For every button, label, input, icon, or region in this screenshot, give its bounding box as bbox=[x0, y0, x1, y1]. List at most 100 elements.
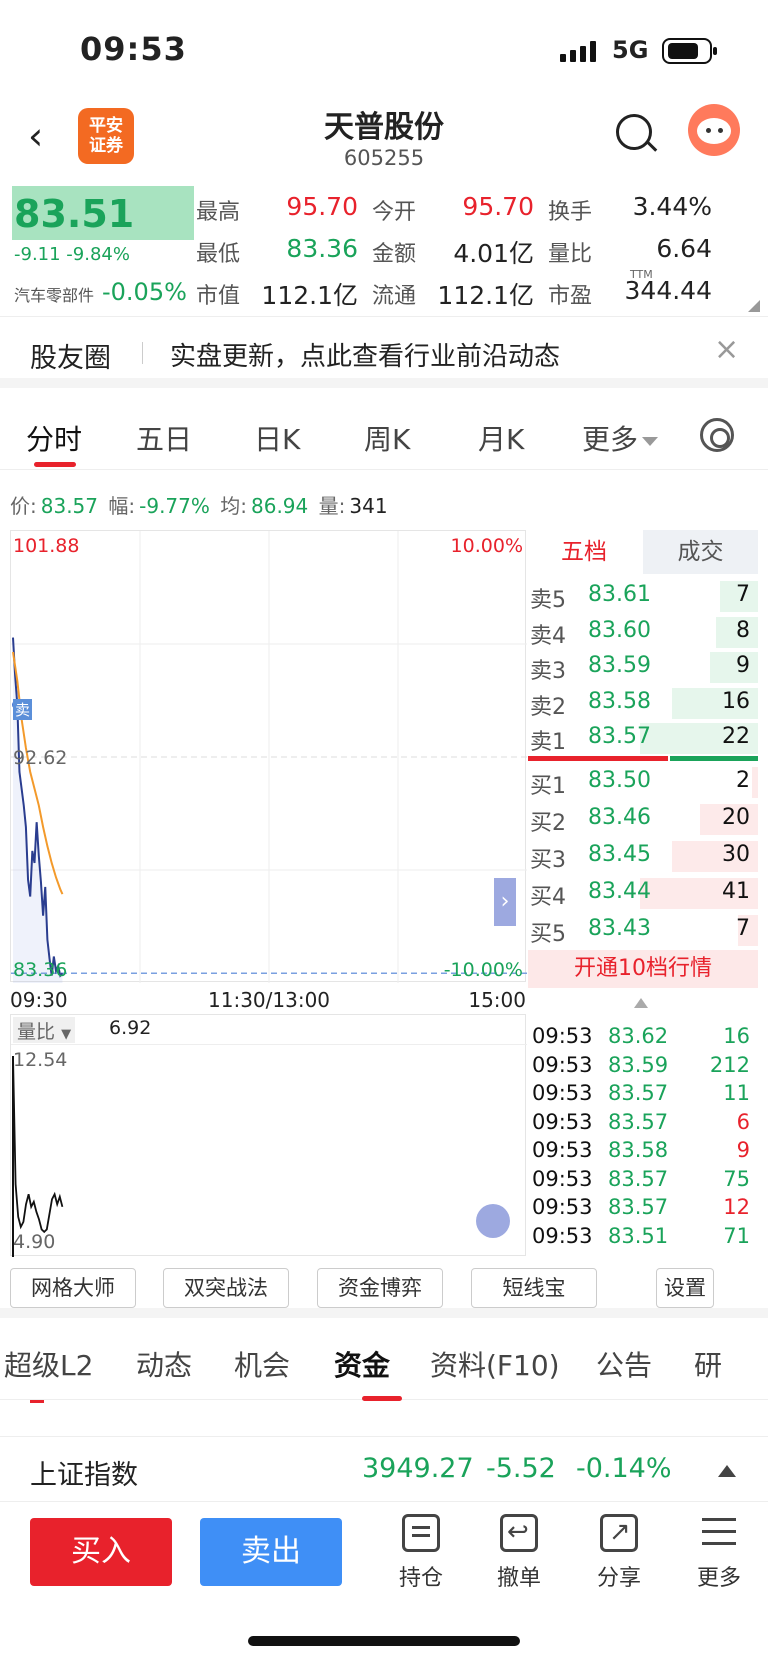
index-change: -5.52 bbox=[486, 1453, 556, 1484]
price-change: -9.11 -9.84% bbox=[14, 244, 130, 265]
level-label: 卖5 bbox=[530, 588, 566, 613]
industry-name[interactable]: 汽车零部件 bbox=[14, 282, 94, 306]
more-button[interactable]: 更多 bbox=[684, 1514, 754, 1592]
level-price: 83.45 bbox=[588, 842, 651, 867]
bid-row[interactable]: 买3 83.45 30 bbox=[528, 838, 758, 875]
level-qty: 8 bbox=[736, 617, 750, 643]
ask-row[interactable]: 卖2 83.58 16 bbox=[528, 685, 758, 722]
level-price: 83.50 bbox=[588, 768, 651, 793]
banner-text[interactable]: 实盘更新，点此查看行业前沿动态 bbox=[170, 336, 560, 373]
quote-label: 市值 bbox=[196, 284, 241, 309]
tab-five-levels[interactable]: 五档 bbox=[528, 530, 640, 574]
close-icon[interactable]: × bbox=[714, 332, 739, 367]
time-axis: 09:30 11:30/13:00 15:00 bbox=[10, 988, 526, 1014]
level-qty: 20 bbox=[722, 805, 750, 830]
tab-research[interactable]: 研 bbox=[694, 1344, 768, 1384]
share-icon: ↗ bbox=[600, 1514, 638, 1552]
sell-marker[interactable]: 卖 bbox=[13, 699, 33, 720]
sell-button[interactable]: 卖出 bbox=[200, 1518, 342, 1586]
tab-opportunity[interactable]: 机会 bbox=[234, 1344, 290, 1384]
collapse-up-icon[interactable] bbox=[634, 998, 648, 1008]
search-icon[interactable] bbox=[616, 114, 652, 150]
tab-indicator bbox=[34, 462, 76, 467]
tab-monthly-k[interactable]: 月K bbox=[478, 418, 524, 458]
volume-ratio-value: 6.92 bbox=[109, 1017, 152, 1039]
assistant-avatar-icon[interactable] bbox=[688, 104, 740, 156]
level-price: 83.58 bbox=[588, 688, 651, 714]
tab-funds[interactable]: 资金 bbox=[334, 1344, 390, 1384]
double-breakout-button[interactable]: 双突战法 bbox=[163, 1268, 289, 1308]
section-marker bbox=[30, 1400, 44, 1403]
tab-daily-k[interactable]: 日K bbox=[254, 418, 300, 458]
bid-row[interactable]: 买4 83.44 41 bbox=[528, 875, 758, 912]
trade-price: 83.59 bbox=[608, 1052, 669, 1077]
trade-row: 09:53 83.59 212 bbox=[528, 1053, 758, 1082]
quote-value: 95.70 bbox=[286, 192, 358, 221]
short-term-button[interactable]: 短线宝 bbox=[471, 1268, 597, 1308]
chevron-down-icon bbox=[642, 436, 659, 446]
positions-button[interactable]: 持仓 bbox=[386, 1514, 456, 1592]
share-button[interactable]: ↗ 分享 bbox=[584, 1514, 654, 1592]
network-type: 5G bbox=[612, 36, 649, 64]
tab-news[interactable]: 动态 bbox=[136, 1344, 192, 1384]
open-ten-levels-button[interactable]: 开通10档行情 bbox=[528, 950, 758, 988]
quote-label: 金额 bbox=[372, 242, 417, 267]
y-label-bottom-pct: -10.00% bbox=[443, 959, 523, 981]
trade-row: 09:53 83.58 9 bbox=[528, 1138, 758, 1167]
gear-icon[interactable] bbox=[700, 418, 734, 452]
ask-row[interactable]: 卖1 83.57 22 bbox=[528, 720, 758, 757]
volume-ratio-chart[interactable]: 量比 ▼ 6.92 12.54 4.90 bbox=[10, 1014, 527, 1257]
chevron-right-icon[interactable]: › bbox=[494, 878, 516, 926]
industry-change[interactable]: -0.05% bbox=[102, 278, 187, 306]
chart-tabs: 分时 五日 日K 周K 月K 更多 bbox=[0, 398, 768, 470]
cancel-order-button[interactable]: ↩ 撤单 bbox=[484, 1514, 554, 1592]
battery-icon bbox=[662, 38, 717, 64]
community-banner[interactable]: 股友圈 实盘更新，点此查看行业前沿动态 × bbox=[0, 318, 768, 388]
expand-up-icon[interactable] bbox=[718, 1465, 736, 1477]
fullscreen-icon[interactable] bbox=[476, 1204, 510, 1238]
trade-time: 09:53 bbox=[532, 1138, 593, 1162]
trade-price: 83.57 bbox=[608, 1195, 669, 1219]
bid-row[interactable]: 买1 83.50 2 bbox=[528, 764, 758, 801]
tab-super-l2[interactable]: 超级L2 bbox=[4, 1344, 93, 1384]
grid-master-button[interactable]: 网格大师 bbox=[10, 1268, 136, 1308]
ttm-label: TTM bbox=[630, 268, 653, 281]
index-value: 3949.27 bbox=[362, 1453, 474, 1484]
ask-row[interactable]: 卖5 83.61 7 bbox=[528, 578, 758, 615]
trade-row: 09:53 83.57 75 bbox=[528, 1167, 758, 1196]
tools-settings-button[interactable]: 设置 bbox=[656, 1268, 714, 1308]
tab-five-day[interactable]: 五日 bbox=[136, 418, 192, 458]
level-label: 买3 bbox=[530, 848, 566, 873]
info-avg-label: 均: bbox=[220, 494, 247, 518]
trade-price: 83.57 bbox=[608, 1166, 669, 1191]
depth-bar bbox=[752, 767, 758, 798]
tab-f10[interactable]: 资料(F10) bbox=[430, 1344, 560, 1384]
cancel-order-icon: ↩ bbox=[500, 1514, 538, 1552]
level-label: 买5 bbox=[530, 922, 566, 947]
bid-row[interactable]: 买5 83.43 7 bbox=[528, 912, 758, 949]
tab-more[interactable]: 更多 bbox=[582, 418, 659, 458]
trade-time: 09:53 bbox=[532, 1109, 593, 1134]
stock-header: ‹ 平安 证券 天普股份 605255 bbox=[0, 96, 768, 180]
bid-row[interactable]: 买2 83.46 20 bbox=[528, 801, 758, 838]
tab-weekly-k[interactable]: 周K bbox=[364, 418, 410, 458]
ask-row[interactable]: 卖3 83.59 9 bbox=[528, 649, 758, 686]
index-ticker[interactable]: 上证指数 3949.27 -5.52 -0.14% bbox=[0, 1436, 768, 1502]
buy-button[interactable]: 买入 bbox=[30, 1518, 172, 1586]
crosshair-info: 价: 83.57 幅: -9.77% 均: 86.94 量: 341 bbox=[10, 490, 392, 519]
expand-corner-icon[interactable] bbox=[748, 300, 760, 312]
quote-label: 流通 bbox=[372, 284, 417, 309]
level-label: 买2 bbox=[530, 811, 566, 836]
ask-row[interactable]: 卖4 83.60 8 bbox=[528, 614, 758, 651]
index-name: 上证指数 bbox=[30, 1460, 138, 1491]
tab-intraday[interactable]: 分时 bbox=[26, 418, 82, 458]
trade-action-bar: 买入 卖出 持仓 ↩ 撤单 ↗ 分享 更多 bbox=[0, 1502, 768, 1622]
banner-divider bbox=[142, 342, 143, 364]
intraday-chart[interactable]: 101.88 10.00% 92.62 83.36 -10.00% 卖 bbox=[10, 530, 527, 983]
tab-trades[interactable]: 成交 bbox=[643, 530, 758, 574]
tab-announcements[interactable]: 公告 bbox=[596, 1344, 652, 1384]
volume-ratio-selector[interactable]: 量比 ▼ bbox=[13, 1017, 76, 1043]
y-label-bottom: 83.36 bbox=[13, 959, 68, 981]
fund-game-button[interactable]: 资金博弈 bbox=[317, 1268, 443, 1308]
trade-time: 09:53 bbox=[532, 1223, 593, 1248]
